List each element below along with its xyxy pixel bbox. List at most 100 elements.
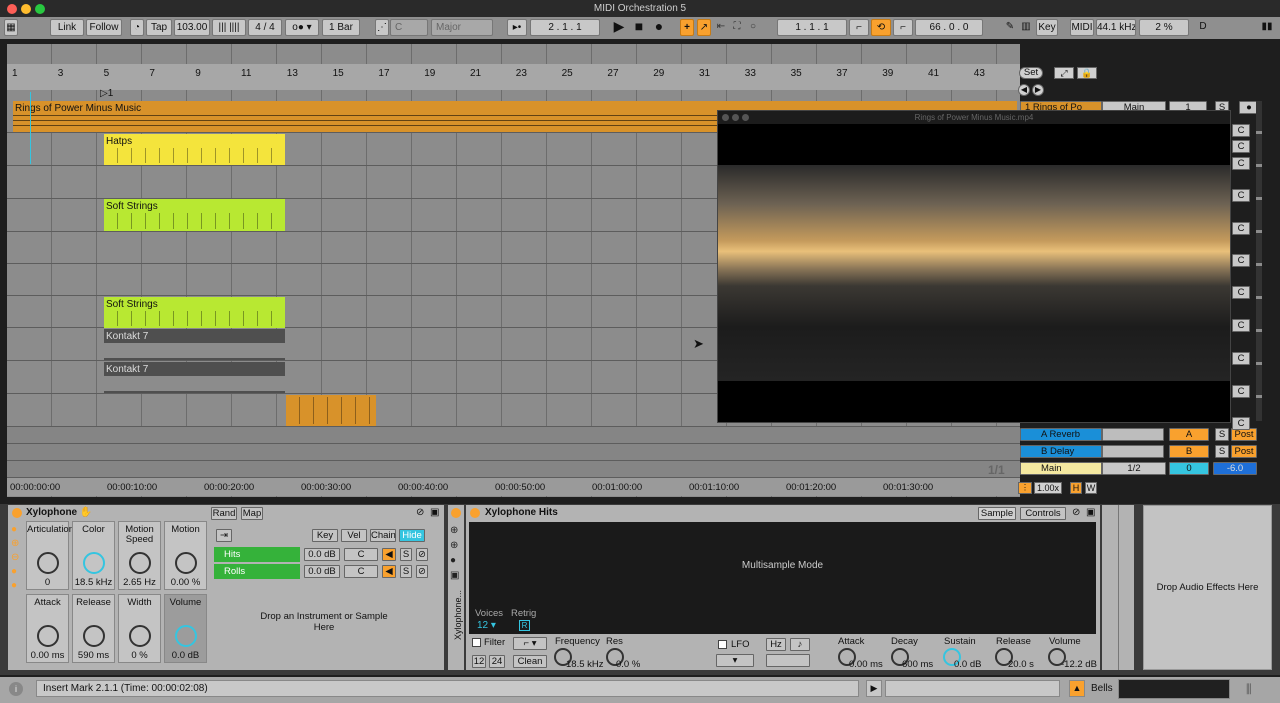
- voices-value[interactable]: 12 ▾: [477, 620, 496, 631]
- chain-pan[interactable]: C: [344, 565, 378, 578]
- sustain-value[interactable]: 0.0 dB: [954, 659, 981, 670]
- time-signature-field[interactable]: 4 / 4: [248, 19, 282, 36]
- session-record-icon[interactable]: ○: [746, 19, 760, 36]
- device-on-icon[interactable]: [12, 508, 22, 518]
- arrangement-position-icon[interactable]: ▸•: [507, 19, 527, 36]
- clip-overview-mini[interactable]: [1118, 679, 1230, 699]
- record-icon[interactable]: ●: [651, 19, 667, 36]
- macro-8[interactable]: Volume 0.0 dB: [164, 594, 207, 663]
- chain-tab-hide[interactable]: Hide: [399, 529, 425, 542]
- next-locator-icon[interactable]: ▶: [1032, 84, 1044, 96]
- main-output-menu[interactable]: 1/2: [1102, 462, 1166, 475]
- hot-swap-icon[interactable]: ⊘: [1072, 507, 1080, 518]
- clip-stop-button[interactable]: C: [1232, 189, 1250, 202]
- macro-value[interactable]: 2.65 Hz: [119, 577, 160, 588]
- retrig-toggle[interactable]: R: [519, 620, 530, 631]
- loop-switch-icon[interactable]: ⟲: [871, 19, 891, 36]
- pre-post-button[interactable]: Post: [1231, 445, 1257, 458]
- scale-selector[interactable]: Major: [431, 19, 493, 36]
- scale-mode-icon[interactable]: ⋰: [375, 19, 389, 36]
- tab-sample[interactable]: Sample: [978, 507, 1016, 520]
- zoom-window-icon[interactable]: [35, 4, 45, 14]
- clip-orange-midi[interactable]: [286, 395, 376, 426]
- chain-volume[interactable]: 0.0 dB: [304, 548, 340, 561]
- computer-midi-keyboard-icon[interactable]: ▥: [1018, 19, 1034, 36]
- release-value[interactable]: 20.0 s: [1008, 659, 1034, 670]
- key-selector[interactable]: C: [390, 19, 428, 36]
- automation-arm-icon[interactable]: ↗: [697, 19, 711, 36]
- status-play-icon[interactable]: ▶: [866, 680, 882, 697]
- lfo-sync-icon[interactable]: ♪: [790, 638, 810, 651]
- clip-stop-button[interactable]: C: [1232, 254, 1250, 267]
- rand-button[interactable]: Rand: [211, 507, 237, 520]
- return-routing[interactable]: [1102, 428, 1164, 441]
- filter-circuit-menu[interactable]: Clean: [513, 655, 547, 668]
- save-preset-icon[interactable]: ▣: [1086, 507, 1095, 518]
- time-ruler[interactable]: 00:00:00:00 00:00:10:00 00:00:20:00 00:00:3…: [7, 478, 1020, 496]
- chain-name[interactable]: Rolls: [214, 564, 300, 579]
- metronome-button[interactable]: o● ▾: [285, 19, 319, 36]
- macro-6[interactable]: Release 590 ms: [72, 594, 115, 663]
- solo-button[interactable]: S: [1215, 428, 1229, 441]
- chain-hot-swap-icon[interactable]: ⊘: [416, 548, 428, 561]
- clip-stop-button[interactable]: C: [1232, 319, 1250, 332]
- macro-4[interactable]: Motion 0.00 %: [164, 521, 207, 590]
- capture-icon[interactable]: ⛶: [730, 19, 744, 36]
- macro-knob[interactable]: [129, 552, 151, 574]
- height-toggle[interactable]: H: [1070, 482, 1082, 494]
- res-value[interactable]: 0.0 %: [616, 659, 640, 670]
- macro-knob[interactable]: [175, 625, 197, 647]
- nudge-buttons[interactable]: ||| ||||: [212, 19, 246, 36]
- follow-button[interactable]: Follow: [86, 19, 122, 36]
- play-icon[interactable]: ▶: [611, 19, 627, 36]
- video-close-icon[interactable]: [722, 114, 729, 121]
- filter-slope-24[interactable]: 24: [489, 655, 505, 668]
- filter-checkbox[interactable]: [472, 638, 481, 647]
- beat-time-ruler[interactable]: 1 3 5 7 9 11 13 15 17 19 21 23 25 27 29 31 33 35 37 39 41 43: [7, 64, 1020, 90]
- metronome-tap-icon[interactable]: ◔: [130, 19, 144, 36]
- clip-soft-strings-2[interactable]: Soft Strings: [104, 297, 285, 328]
- chain-row[interactable]: Hits 0.0 dB C ◀ S ⊘: [214, 547, 436, 562]
- tab-controls[interactable]: Controls: [1020, 507, 1066, 520]
- expand-tracks-icon[interactable]: ⤢: [1054, 67, 1074, 79]
- previous-locator-icon[interactable]: ◀: [1018, 84, 1030, 96]
- return-routing[interactable]: [1102, 445, 1164, 458]
- macro-value[interactable]: 0.00 ms: [27, 650, 68, 661]
- lock-envelopes-icon[interactable]: 🔒: [1077, 67, 1097, 79]
- midi-map-button[interactable]: MIDI: [1070, 19, 1094, 36]
- macro-knob[interactable]: [83, 552, 105, 574]
- macro-3[interactable]: Motion Speed 2.65 Hz: [118, 521, 161, 590]
- macro-knob[interactable]: [129, 625, 151, 647]
- volume-value[interactable]: -12.2 dB: [1061, 659, 1097, 670]
- main-track[interactable]: Main 1/2 0 -6.0: [1017, 461, 1280, 477]
- clip-stop-button[interactable]: C: [1232, 157, 1250, 170]
- loop-start-field[interactable]: 1 . 1 . 1: [777, 19, 847, 36]
- chain-pan[interactable]: C: [344, 548, 378, 561]
- macro-value[interactable]: 590 ms: [73, 650, 114, 661]
- rack-side-icons[interactable]: ● ⊕ ⊖ ● ●: [11, 523, 21, 603]
- macro-7[interactable]: Width 0 %: [118, 594, 161, 663]
- device-on-icon[interactable]: [470, 508, 480, 518]
- macro-5[interactable]: Attack 0.00 ms: [26, 594, 69, 663]
- back-to-arrangement-icon[interactable]: ⇤: [714, 19, 728, 36]
- main-level-field[interactable]: -6.0: [1213, 462, 1257, 475]
- mixer-view-icon[interactable]: ⫼: [1246, 682, 1252, 697]
- frequency-value[interactable]: 18.5 kHz: [566, 659, 604, 670]
- map-button[interactable]: Map: [241, 507, 263, 520]
- return-lane-a[interactable]: [7, 427, 1020, 444]
- chain-name[interactable]: Hits: [214, 547, 300, 562]
- clip-stop-button[interactable]: C: [1232, 140, 1250, 153]
- clip-stop-button[interactable]: C: [1232, 124, 1250, 137]
- attack-value[interactable]: 0.00 ms: [849, 659, 883, 670]
- macro-value[interactable]: 0 %: [119, 650, 160, 661]
- chain-toggle-icon[interactable]: ⇥: [216, 529, 232, 542]
- main-track-name[interactable]: Main: [1020, 462, 1102, 475]
- set-locator-button[interactable]: Set: [1019, 67, 1043, 79]
- punch-in-icon[interactable]: ⌐: [849, 19, 869, 36]
- macro-knob[interactable]: [37, 552, 59, 574]
- lfo-hz-button[interactable]: Hz: [766, 638, 786, 651]
- overdub-icon[interactable]: +: [680, 19, 694, 36]
- zoom-field[interactable]: 1.00x: [1034, 482, 1062, 494]
- clip-hatps[interactable]: Hatps: [104, 134, 285, 165]
- info-icon[interactable]: i: [9, 682, 23, 696]
